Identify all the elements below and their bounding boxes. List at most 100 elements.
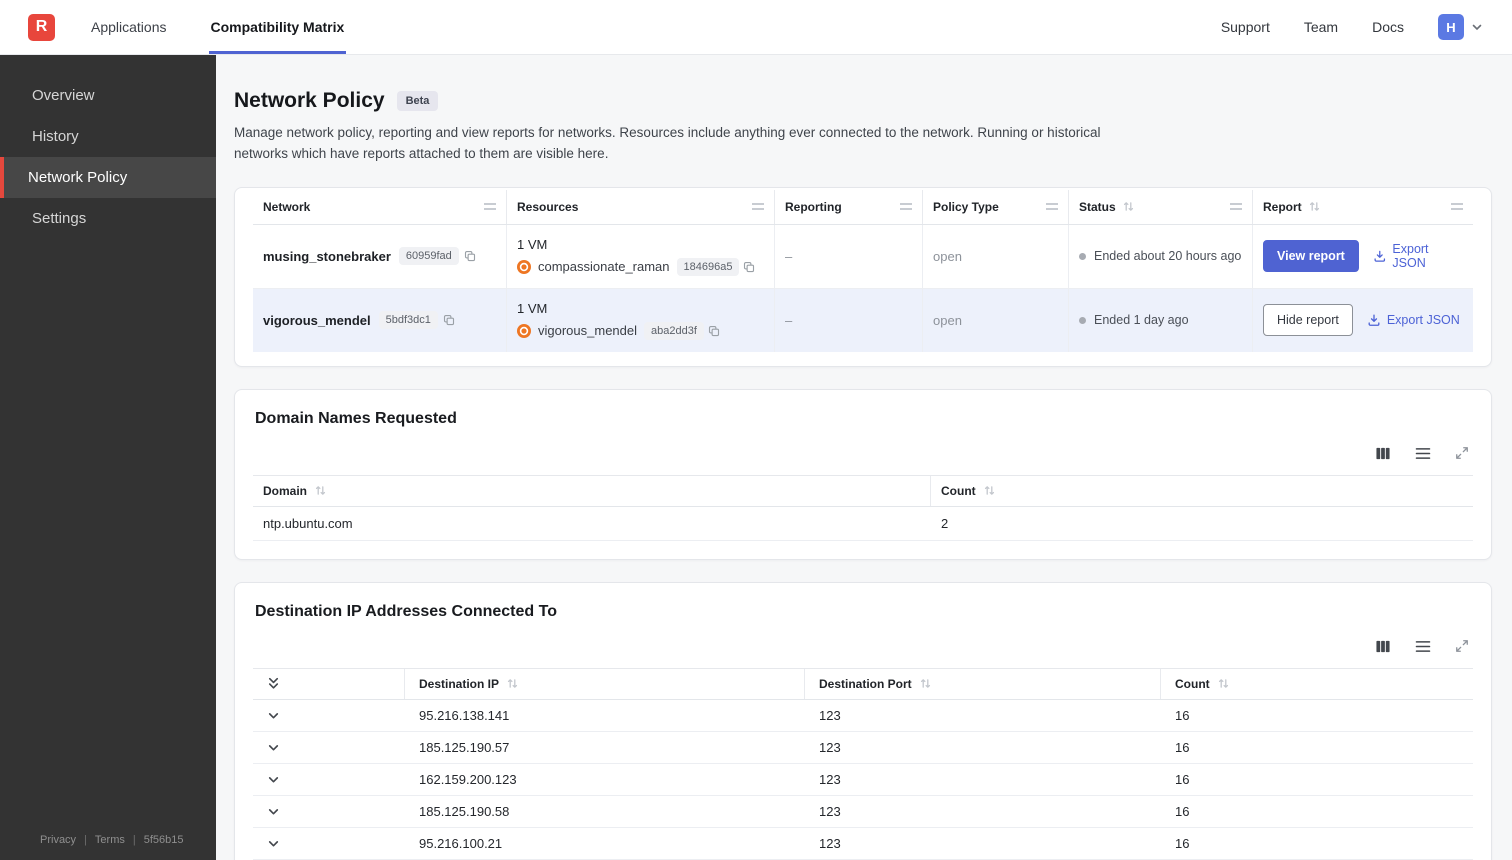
- app-logo[interactable]: R: [28, 13, 55, 41]
- copy-icon[interactable]: [743, 261, 755, 273]
- columns-icon[interactable]: [1375, 446, 1391, 461]
- destination-table-row[interactable]: 95.216.138.141 123 16: [253, 700, 1473, 732]
- sort-icon[interactable]: [1217, 678, 1230, 689]
- domain-table-row[interactable]: ntp.ubuntu.com 2: [253, 507, 1473, 541]
- status-cell: Ended 1 day ago: [1069, 288, 1253, 352]
- domain-cell: ntp.ubuntu.com: [263, 515, 353, 531]
- chevron-down-icon: [268, 840, 279, 847]
- column-header-policy-type[interactable]: Policy Type: [923, 189, 1069, 224]
- sidebar-item-network-policy[interactable]: Network Policy: [0, 157, 216, 198]
- sort-icon[interactable]: [1308, 201, 1321, 212]
- destination-ip-cell: 185.125.190.58: [419, 803, 510, 819]
- destinations-card-title: Destination IP Addresses Connected To: [255, 602, 557, 620]
- network-table-row[interactable]: musing_stonebraker 60959fad 1 VM compass…: [253, 224, 1473, 289]
- destination-table-row[interactable]: 95.216.100.21 123 16: [253, 828, 1473, 860]
- sidebar-footer: Privacy | Terms | 5f56b15: [0, 834, 216, 860]
- column-header-network[interactable]: Network: [253, 189, 507, 224]
- expand-row-button[interactable]: [253, 732, 405, 763]
- networks-table-header: Network Resources Reporting Policy Type: [253, 189, 1473, 225]
- policy-type-cell: open: [923, 224, 1069, 288]
- sort-icon[interactable]: [314, 485, 327, 496]
- nav-applications[interactable]: Applications: [89, 0, 169, 54]
- column-resize-handle[interactable]: [1046, 203, 1058, 211]
- expand-row-button[interactable]: [253, 796, 405, 827]
- fullscreen-icon[interactable]: [1455, 446, 1469, 460]
- fullscreen-icon[interactable]: [1455, 639, 1469, 653]
- column-label: Resources: [517, 199, 579, 214]
- nav-compatibility-matrix[interactable]: Compatibility Matrix: [208, 0, 347, 54]
- sort-icon[interactable]: [1122, 201, 1135, 212]
- column-header-destination-port[interactable]: Destination Port: [805, 668, 1161, 699]
- double-chevron-down-icon: [268, 678, 279, 689]
- sidebar-item-overview[interactable]: Overview: [0, 75, 216, 116]
- column-resize-handle[interactable]: [900, 203, 912, 211]
- network-table-row[interactable]: vigorous_mendel 5bdf3dc1 1 VM vigorous_m…: [253, 288, 1473, 352]
- row-density-icon[interactable]: [1415, 640, 1431, 653]
- sidebar-item-settings[interactable]: Settings: [0, 198, 216, 239]
- expand-row-button[interactable]: [253, 700, 405, 731]
- destinations-table-header: Destination IP Destination Port Count: [253, 668, 1473, 700]
- count-cell: 16: [1175, 803, 1190, 819]
- copy-icon[interactable]: [443, 314, 455, 326]
- column-header-report[interactable]: Report: [1253, 190, 1473, 224]
- column-resize-handle[interactable]: [484, 203, 496, 211]
- sort-icon[interactable]: [983, 485, 996, 496]
- column-header-count[interactable]: Count: [1161, 669, 1473, 699]
- expand-row-button[interactable]: [253, 828, 405, 859]
- chevron-down-icon[interactable]: [1470, 20, 1484, 34]
- count-cell: 2: [941, 515, 949, 531]
- column-header-domain[interactable]: Domain: [253, 475, 931, 506]
- sidebar-item-history[interactable]: History: [0, 116, 216, 157]
- reporting-cell: –: [775, 288, 923, 352]
- destination-table-row[interactable]: 185.125.190.58 123 16: [253, 796, 1473, 828]
- resource-name: vigorous_mendel: [538, 323, 638, 339]
- count-cell: 16: [1175, 835, 1190, 851]
- avatar[interactable]: H: [1438, 14, 1464, 40]
- sort-icon[interactable]: [919, 678, 932, 689]
- columns-icon[interactable]: [1375, 639, 1391, 654]
- column-header-resources[interactable]: Resources: [507, 189, 775, 224]
- row-density-icon[interactable]: [1415, 447, 1431, 460]
- report-cell: View report Export JSON: [1253, 225, 1473, 288]
- copy-icon[interactable]: [708, 325, 720, 337]
- footer-divider: |: [132, 834, 136, 846]
- resources-cell: 1 VM vigorous_mendel aba2dd3f: [507, 288, 775, 352]
- column-resize-handle[interactable]: [752, 203, 764, 211]
- count-cell: 16: [1175, 739, 1190, 755]
- column-label: Policy Type: [933, 199, 999, 214]
- account-menu[interactable]: H: [1438, 14, 1484, 40]
- column-header-status[interactable]: Status: [1069, 189, 1253, 224]
- export-json-button[interactable]: Export JSON: [1367, 313, 1460, 327]
- expand-all-button[interactable]: [253, 668, 405, 699]
- column-header-count[interactable]: Count: [931, 476, 1473, 506]
- expand-row-button[interactable]: [253, 764, 405, 795]
- nav-docs[interactable]: Docs: [1372, 19, 1404, 35]
- resource-icon: [517, 323, 531, 338]
- nav-support[interactable]: Support: [1221, 19, 1270, 35]
- destinations-table: Destination IP Destination Port Count 95…: [253, 667, 1473, 860]
- download-icon: [1368, 314, 1380, 327]
- network-id-badge: 5bdf3dc1: [378, 311, 438, 330]
- column-resize-handle[interactable]: [1230, 203, 1242, 211]
- destination-ip-cell: 185.125.190.57: [419, 739, 510, 755]
- resources-cell: 1 VM compassionate_raman 184696a5: [507, 224, 775, 288]
- status-dot: [1079, 316, 1086, 324]
- sort-icon[interactable]: [506, 678, 519, 689]
- resource-name: compassionate_raman: [538, 259, 670, 275]
- column-header-reporting[interactable]: Reporting: [775, 189, 923, 224]
- privacy-link[interactable]: Privacy: [40, 834, 76, 846]
- destination-table-row[interactable]: 162.159.200.123 123 16: [253, 764, 1473, 796]
- destination-table-row[interactable]: 185.125.190.57 123 16: [253, 732, 1473, 764]
- view-report-button[interactable]: View report: [1263, 240, 1359, 273]
- copy-icon[interactable]: [464, 250, 476, 262]
- destination-ip-cell: 95.216.100.21: [419, 835, 503, 851]
- column-header-destination-ip[interactable]: Destination IP: [405, 668, 805, 699]
- domains-table: Domain Count ntp.ubuntu.com 2: [253, 474, 1473, 559]
- nav-team[interactable]: Team: [1304, 19, 1338, 35]
- hide-report-button[interactable]: Hide report: [1263, 304, 1353, 337]
- networks-card: Network Resources Reporting Policy Type: [234, 186, 1492, 367]
- column-resize-handle[interactable]: [1451, 203, 1463, 211]
- terms-link[interactable]: Terms: [95, 834, 125, 846]
- export-json-button[interactable]: Export JSON: [1373, 242, 1463, 270]
- footer-divider: |: [84, 834, 87, 846]
